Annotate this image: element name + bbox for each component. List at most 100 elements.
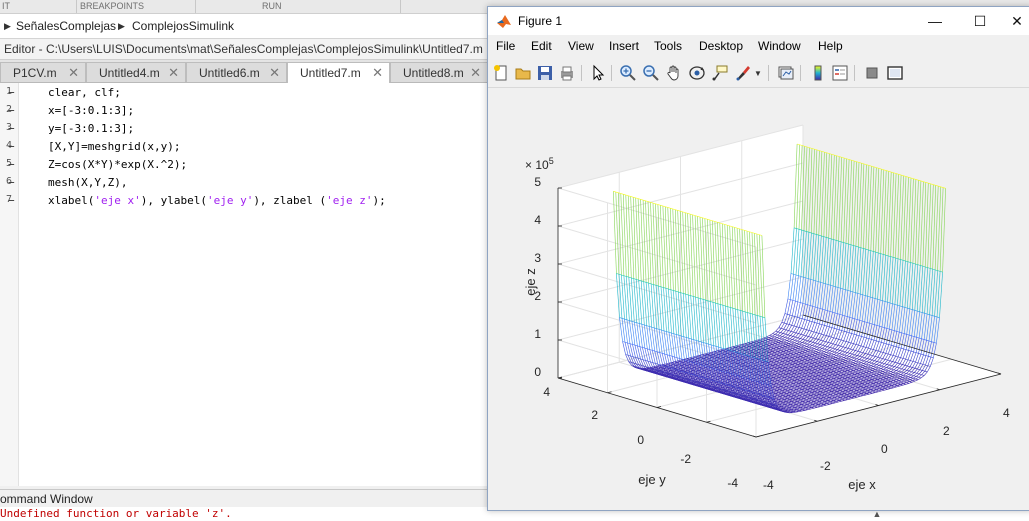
figure-window[interactable]: Figure 1 — ☐ ✕ File Edit View Insert Too… xyxy=(487,6,1029,511)
menu-view[interactable]: View xyxy=(568,35,594,57)
toolbar-divider xyxy=(800,65,801,81)
breadcrumb-item[interactable]: ComplejosSimulink xyxy=(132,14,234,38)
select-arrow-icon[interactable] xyxy=(589,64,607,82)
print-icon[interactable] xyxy=(558,64,576,82)
tab-untitled4[interactable]: Untitled4.m ✕ xyxy=(86,62,186,82)
mesh-line xyxy=(813,149,818,234)
ribbon-section-label[interactable]: BREAKPOINTS xyxy=(80,0,144,13)
mesh-line xyxy=(912,179,917,264)
mesh-line xyxy=(884,255,889,302)
pan-hand-icon[interactable] xyxy=(665,64,683,82)
ribbon-section-label[interactable]: IT xyxy=(2,0,10,13)
chevron-down-icon[interactable]: ▼ xyxy=(754,69,762,78)
menu-window[interactable]: Window xyxy=(758,35,801,57)
mesh-line xyxy=(904,261,909,308)
mesh-line xyxy=(859,294,864,321)
mesh-line xyxy=(874,252,879,299)
menu-edit[interactable]: Edit xyxy=(531,35,552,57)
z-tick-label: 0 xyxy=(534,365,541,379)
code-line[interactable]: y=[-3:0.1:3]; xyxy=(48,122,134,135)
ribbon-section-label[interactable]: RUN xyxy=(262,0,282,13)
code-token: ); xyxy=(372,194,386,207)
close-icon[interactable]: ✕ xyxy=(68,63,79,83)
breadcrumb-item[interactable]: SeñalesComplejas xyxy=(16,14,116,38)
mesh-line xyxy=(857,247,862,294)
menu-insert[interactable]: Insert xyxy=(609,35,639,57)
mesh-line xyxy=(899,260,904,306)
close-icon[interactable]: ✕ xyxy=(269,63,280,83)
menu-tools[interactable]: Tools xyxy=(654,35,682,57)
zoom-out-icon[interactable] xyxy=(642,64,660,82)
mesh-line xyxy=(849,291,854,318)
zoom-in-icon[interactable] xyxy=(619,64,637,82)
open-file-icon[interactable] xyxy=(514,64,532,82)
rotate-3d-icon[interactable] xyxy=(688,64,706,82)
breakpoint-marker[interactable]: − xyxy=(8,104,15,117)
figure-titlebar[interactable]: Figure 1 — ☐ ✕ xyxy=(488,7,1029,35)
command-window-header[interactable]: ommand Window xyxy=(0,489,488,508)
mesh-line xyxy=(908,309,913,336)
code-line[interactable]: clear, clf; xyxy=(48,86,121,99)
x-tick-label: 0 xyxy=(881,442,888,456)
mesh-line xyxy=(822,237,827,284)
editor-title: Editor - C:\Users\LUIS\Documents\mat\Señ… xyxy=(4,42,483,56)
mesh-line xyxy=(808,232,812,279)
code-line[interactable]: x=[-3:0.1:3]; xyxy=(48,104,134,117)
mesh-line xyxy=(809,280,814,306)
code-line[interactable]: Z=cos(X*Y)*exp(X.^2); xyxy=(48,158,187,171)
tab-untitled7[interactable]: Untitled7.m ✕ xyxy=(287,62,390,83)
mesh-line xyxy=(900,175,904,260)
link-plot-icon[interactable] xyxy=(777,64,795,82)
mesh-line xyxy=(803,146,808,231)
mesh-line xyxy=(929,184,934,269)
data-cursor-icon[interactable] xyxy=(711,64,729,82)
code-token: ), zlabel ( xyxy=(253,194,327,207)
code-editor[interactable]: 1 2 3 4 5 6 7 − − − − − − − clear, clf; … xyxy=(0,83,488,486)
colorbar-icon[interactable] xyxy=(809,64,827,82)
close-icon[interactable]: ✕ xyxy=(372,63,383,83)
x-axis-label: eje x xyxy=(848,477,876,492)
hide-plot-tools-icon[interactable] xyxy=(863,64,881,82)
menu-desktop[interactable]: Desktop xyxy=(699,35,743,57)
mesh-line xyxy=(909,263,914,309)
mesh-line xyxy=(855,246,859,293)
maximize-icon[interactable]: ☐ xyxy=(957,7,1003,35)
breakpoint-marker[interactable]: − xyxy=(8,86,15,99)
plot-area[interactable]: 5 4 3 2 1 0 × 105 4 2 0 -2 -4 -4 -2 0 2 … xyxy=(488,89,1029,510)
code-line[interactable]: [X,Y]=meshgrid(x,y); xyxy=(48,140,180,153)
breakpoint-marker[interactable]: − xyxy=(8,122,15,135)
mesh-plot[interactable]: 5 4 3 2 1 0 × 105 4 2 0 -2 -4 -4 -2 0 2 … xyxy=(488,89,1029,510)
menu-file[interactable]: File xyxy=(496,35,515,57)
close-icon[interactable]: ✕ xyxy=(470,63,481,83)
show-plot-tools-icon[interactable] xyxy=(886,64,904,82)
minimize-icon[interactable]: — xyxy=(912,7,958,35)
matlab-logo-icon xyxy=(497,15,511,28)
y-tick-label: -4 xyxy=(727,476,738,490)
breakpoint-marker[interactable]: − xyxy=(8,194,15,207)
breakpoint-marker[interactable]: − xyxy=(8,176,15,189)
z-exponent-label: × 105 xyxy=(525,156,554,172)
toolbar-divider xyxy=(768,65,769,81)
mesh-line xyxy=(854,293,859,319)
close-icon[interactable]: ✕ xyxy=(1002,7,1029,35)
close-icon[interactable]: ✕ xyxy=(168,63,179,83)
brush-icon[interactable] xyxy=(734,64,752,82)
tab-p1cv[interactable]: P1CV.m ✕ xyxy=(0,62,86,82)
tab-untitled8[interactable]: Untitled8.m ✕ xyxy=(390,62,488,82)
save-icon[interactable] xyxy=(536,64,554,82)
mesh-line xyxy=(897,259,901,306)
menu-help[interactable]: Help xyxy=(818,35,843,57)
tab-untitled6[interactable]: Untitled6.m ✕ xyxy=(186,62,287,82)
mesh-line xyxy=(865,165,870,250)
breakpoint-marker[interactable]: − xyxy=(8,140,15,153)
mesh-line xyxy=(906,308,911,335)
z-axis-label: eje z xyxy=(523,268,538,295)
breakpoint-marker[interactable]: − xyxy=(8,158,15,171)
new-figure-icon[interactable] xyxy=(492,64,510,82)
code-line[interactable]: mesh(X,Y,Z), xyxy=(48,176,127,189)
legend-icon[interactable] xyxy=(831,64,849,82)
code-line[interactable]: xlabel('eje x'), ylabel('eje y'), zlabel… xyxy=(48,194,386,207)
mesh-line xyxy=(942,188,946,273)
mesh-line xyxy=(889,257,894,304)
mesh-line xyxy=(790,273,940,318)
